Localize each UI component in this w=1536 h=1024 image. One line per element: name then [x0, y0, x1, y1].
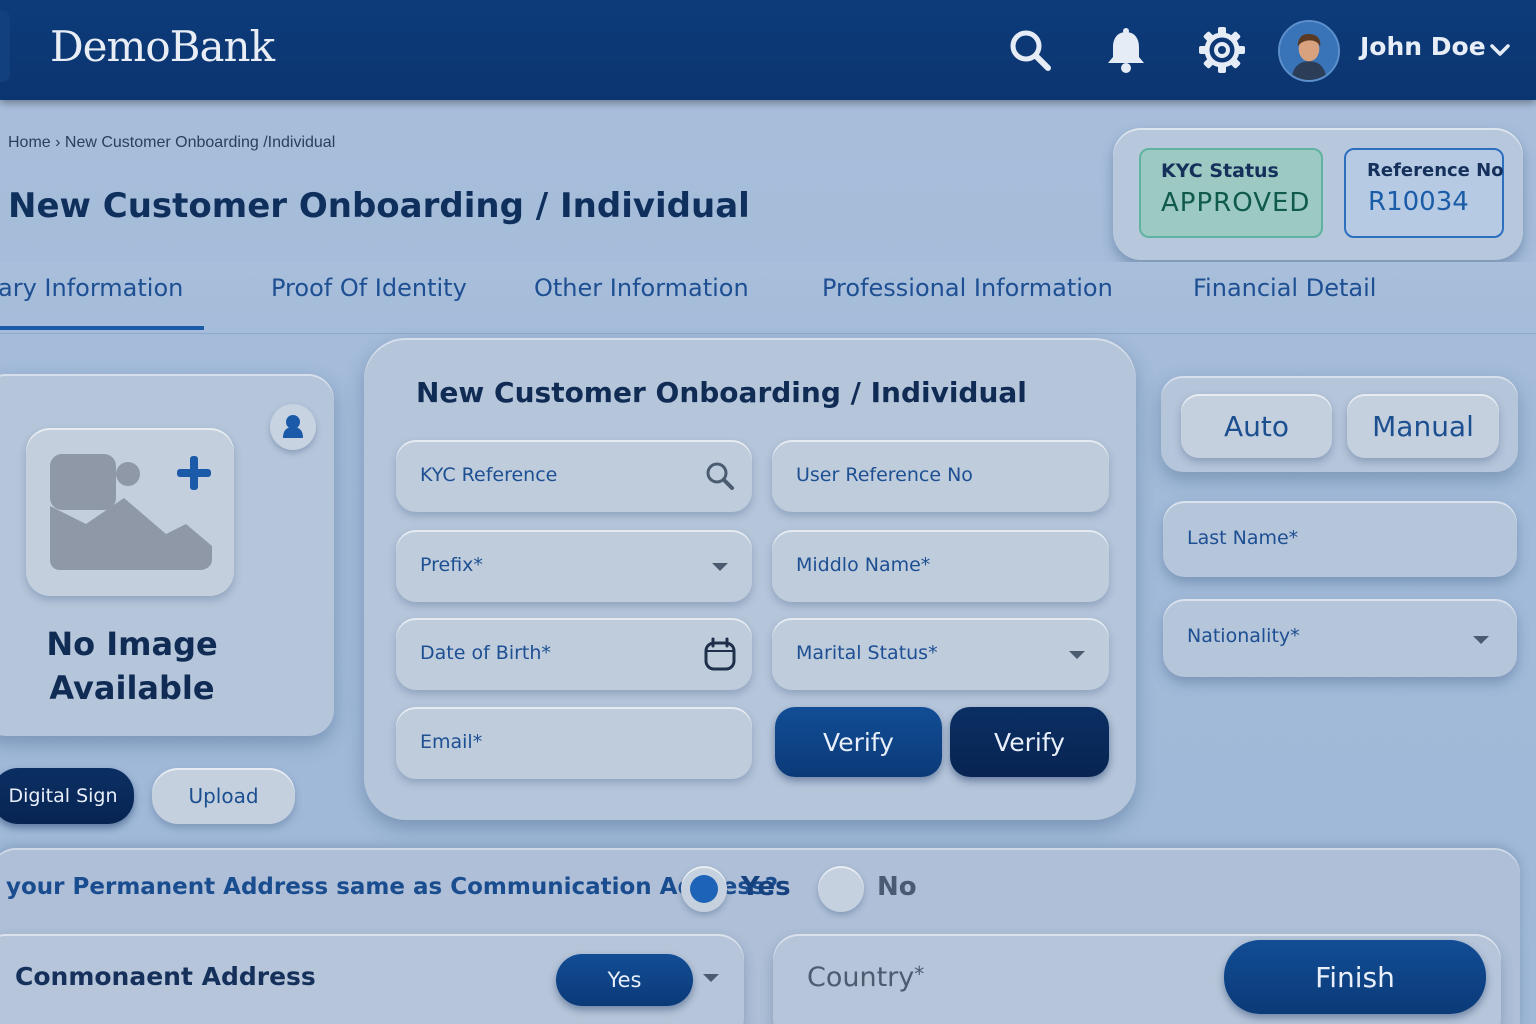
prefix-select[interactable]: Prefix* — [396, 530, 752, 602]
kyc-reference-field[interactable]: KYC Reference — [396, 440, 752, 512]
search-icon[interactable] — [702, 458, 738, 494]
component-address-label: Conmonaent Address — [15, 962, 316, 991]
nationality-label: Nationality* — [1187, 625, 1300, 647]
onboarding-form-card: New Customer Onboarding / Individual KYC… — [364, 338, 1136, 820]
no-image-text: No Image Available — [20, 622, 244, 710]
person-icon[interactable] — [270, 404, 316, 450]
verify-button-1[interactable]: Verify — [775, 707, 942, 777]
gear-icon[interactable] — [1196, 24, 1248, 76]
nationality-select[interactable]: Nationality* — [1163, 599, 1517, 677]
user-reference-label: User Reference No — [796, 464, 973, 486]
no-image-line-2: Available — [49, 669, 215, 707]
brand-logo[interactable]: DemoBank — [50, 22, 275, 71]
country-label-text: Country — [807, 962, 915, 993]
image-add-icon — [50, 454, 212, 570]
verify-button-2[interactable]: Verify — [950, 707, 1109, 777]
bell-icon[interactable] — [1100, 24, 1152, 76]
dropdown-arrow-icon[interactable] — [700, 966, 722, 988]
date-of-birth-label: Date of Birth* — [420, 642, 551, 664]
photo-placeholder[interactable] — [26, 428, 234, 596]
email-label: Email* — [420, 731, 483, 753]
user-avatar[interactable] — [1278, 20, 1340, 82]
search-icon[interactable] — [1004, 24, 1056, 76]
calendar-icon[interactable] — [702, 636, 738, 672]
tab-primary-information[interactable]: ary Information — [0, 274, 183, 302]
radio-no-label[interactable]: No — [877, 872, 917, 902]
tab-professional-information[interactable]: Professional Information — [822, 274, 1113, 302]
kyc-status-label: KYC Status — [1161, 160, 1279, 182]
radio-yes[interactable] — [681, 866, 727, 912]
component-address-value[interactable]: Yes — [556, 954, 693, 1006]
no-image-line-1: No Image — [46, 625, 218, 663]
radio-selected-dot — [690, 875, 718, 903]
last-name-field[interactable]: Last Name* — [1163, 501, 1517, 577]
marital-status-select[interactable]: Marital Status* — [772, 618, 1109, 690]
digital-sign-button[interactable]: Digital Sign — [0, 768, 134, 824]
reference-value: R10034 — [1368, 187, 1469, 217]
kyc-status-value: APPROVED — [1161, 188, 1311, 218]
chevron-down-icon[interactable] — [1488, 38, 1512, 62]
country-field[interactable]: Country* Finish — [773, 934, 1501, 1024]
tabs-bar: ary Information Proof Of Identity Other … — [0, 262, 1536, 334]
user-name[interactable]: John Doe — [1360, 32, 1486, 61]
radio-no[interactable] — [818, 866, 864, 912]
last-name-label: Last Name* — [1187, 527, 1299, 549]
required-marker: * — [914, 962, 925, 986]
top-navigation-bar: DemoBank John Doe — [0, 0, 1536, 100]
country-label: Country* — [807, 962, 924, 993]
prefix-label: Prefix* — [420, 554, 483, 576]
middle-name-label: Middlo Name* — [796, 554, 931, 576]
tab-proof-of-identity[interactable]: Proof Of Identity — [271, 274, 467, 302]
tab-other-information[interactable]: Other Information — [534, 274, 749, 302]
tab-financial-detail[interactable]: Financial Detail — [1193, 274, 1376, 302]
upload-button[interactable]: Upload — [152, 768, 295, 824]
breadcrumb[interactable]: Home › New Customer Onboarding /Individu… — [8, 134, 335, 152]
email-field[interactable]: Email* — [396, 707, 752, 779]
date-of-birth-field[interactable]: Date of Birth* — [396, 618, 752, 690]
kyc-status-box: KYC Status APPROVED — [1139, 148, 1323, 238]
dropdown-arrow-icon[interactable] — [1059, 636, 1095, 672]
address-question: your Permanent Address same as Communica… — [6, 874, 779, 900]
finish-button[interactable]: Finish — [1224, 940, 1486, 1014]
dropdown-arrow-icon[interactable] — [1463, 621, 1499, 657]
user-reference-field[interactable]: User Reference No — [772, 440, 1109, 512]
page-title: New Customer Onboarding / Individual — [8, 186, 750, 226]
kyc-reference-label: KYC Reference — [420, 464, 558, 486]
auto-button[interactable]: Auto — [1181, 394, 1332, 458]
photo-card: No Image Available — [0, 374, 334, 736]
form-title: New Customer Onboarding / Individual — [416, 376, 1027, 409]
middle-name-field[interactable]: Middlo Name* — [772, 530, 1109, 602]
active-tab-indicator — [0, 326, 204, 330]
mode-toggle-card: Auto Manual — [1161, 376, 1518, 472]
manual-button[interactable]: Manual — [1347, 394, 1499, 458]
reference-label: Reference No — [1367, 160, 1504, 181]
sidebar-toggle[interactable] — [0, 10, 10, 82]
component-address-field[interactable]: Conmonaent Address Yes — [0, 934, 744, 1024]
dropdown-arrow-icon[interactable] — [702, 548, 738, 584]
status-panel: KYC Status APPROVED Reference No R10034 — [1113, 128, 1523, 260]
reference-box: Reference No R10034 — [1344, 148, 1504, 238]
radio-yes-label[interactable]: Yes — [741, 872, 791, 902]
marital-status-label: Marital Status* — [796, 642, 938, 664]
